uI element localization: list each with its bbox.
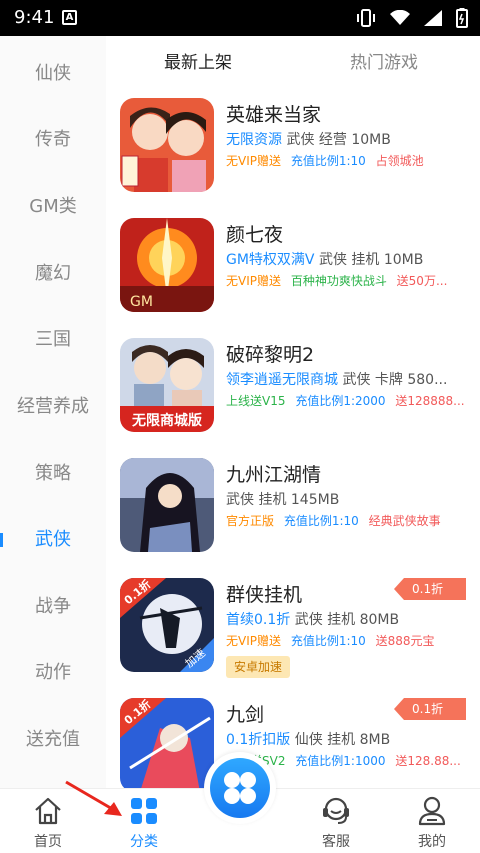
list-tabs: 最新上架 热门游戏 (106, 36, 480, 82)
game-item[interactable]: 0.1折 九剑 0.1折 0.1折扣版 仙侠 挂机 8MB 上线送SV2 充值比… (106, 682, 480, 788)
rail-item-wuxia[interactable]: 武侠 (0, 520, 106, 560)
game-info: 武侠 挂机 145MB (226, 492, 340, 508)
game-tag: 无VIP赠送 (226, 274, 281, 288)
game-highlight: 领李逍遥无限商城 (226, 372, 338, 388)
game-meta: 首续0.1折 武侠 挂机 80MB (226, 609, 464, 629)
rail-item-sanguo[interactable]: 三国 (0, 320, 106, 360)
tab-newest[interactable]: 最新上架 (164, 48, 232, 73)
game-meta: 武侠 挂机 145MB (226, 489, 464, 509)
game-tags: 无VIP赠送 百种神功爽快战斗 送50万... (226, 272, 466, 289)
game-tag: 送50万... (396, 274, 448, 288)
rail-item-zhanzheng[interactable]: 战争 (0, 587, 106, 627)
game-highlight: 首续0.1折 (226, 612, 291, 628)
game-info: 武侠 挂机 10MB (314, 252, 424, 268)
game-tag: 占领城池 (375, 154, 424, 168)
game-info: 武侠 卡牌 580... (338, 372, 448, 388)
game-highlight: 无限资源 (226, 132, 282, 148)
game-item[interactable]: 无限商城版 破碎黎明2 领李逍遥无限商城 武侠 卡牌 580... 上线送V15… (106, 322, 480, 442)
game-tag: 送128.88... (395, 754, 461, 768)
discount-badge: 0.1折 (394, 578, 466, 600)
nav-service[interactable]: 客服 (296, 789, 376, 853)
game-name: 破碎黎明2 (226, 344, 315, 366)
user-icon (418, 796, 446, 826)
game-info: 武侠 经营 10MB (282, 132, 391, 148)
game-tags: 无VIP赠送 充值比例1:10 送888元宝 (226, 632, 466, 649)
game-name: 九州江湖情 (226, 464, 322, 486)
center-fab-button[interactable] (204, 752, 276, 824)
headset-icon (323, 797, 349, 824)
status-bar: 9:41 A (0, 0, 480, 36)
tab-hot-games[interactable]: 热门游戏 (350, 48, 418, 73)
game-info: 仙侠 挂机 8MB (290, 732, 391, 748)
rail-item-chuanqi[interactable]: 传奇 (0, 120, 106, 160)
game-name: 九剑 (226, 704, 265, 726)
android-accelerate-button[interactable]: 安卓加速 (226, 656, 291, 678)
sim-badge-icon: A (62, 10, 77, 25)
game-name: 颜七夜 (226, 224, 284, 246)
rail-item-songchongzhi[interactable]: 送充值 (0, 720, 106, 760)
game-meta: 无限资源 武侠 经营 10MB (226, 129, 464, 149)
game-tag: 充值比例1:2000 (295, 394, 386, 408)
rail-item-celue[interactable]: 策略 (0, 454, 106, 494)
vibrate-icon (356, 9, 376, 27)
game-list: 英雄来当家 无限资源 武侠 经营 10MB 无VIP赠送 充值比例1:10 占领… (106, 82, 480, 788)
game-tag: 无VIP赠送 (226, 634, 281, 648)
game-tag: 充值比例1:1000 (295, 754, 386, 768)
game-name: 英雄来当家 (226, 104, 322, 126)
yan-game-icon[interactable]: GM (120, 218, 214, 312)
qunxia-game-icon[interactable]: 0.1折 加速 (120, 578, 214, 672)
rail-item-xianxia[interactable]: 仙侠 (0, 54, 106, 94)
game-tag: 上线送V15 (226, 394, 286, 408)
icon-caption: 无限商城版 (132, 413, 202, 429)
game-tag: 送888元宝 (375, 634, 435, 648)
center-fab-icon (210, 758, 270, 818)
game-tag: 官方正版 (226, 514, 275, 528)
game-tag: 无VIP赠送 (226, 154, 281, 168)
game-tags: 官方正版 充值比例1:10 经典武侠故事 (226, 512, 466, 529)
rail-item-gm[interactable]: GM类 (0, 187, 106, 227)
category-icon (131, 798, 157, 824)
game-tag: 充值比例1:10 (290, 634, 366, 648)
annotation-arrow-icon (65, 780, 122, 816)
rail-item-jingying[interactable]: 经营养成 (0, 387, 106, 427)
jiuzhou-game-icon[interactable] (120, 458, 214, 552)
game-tag: 百种神功爽快战斗 (290, 274, 387, 288)
battery-icon (456, 8, 468, 28)
game-tag: 充值比例1:10 (283, 514, 359, 528)
game-tag: 充值比例1:10 (290, 154, 366, 168)
game-item[interactable]: 0.1折 加速 群侠挂机 0.1折 首续0.1折 武侠 挂机 80MB 无VIP… (106, 562, 480, 682)
wifi-icon (390, 10, 410, 26)
game-tag: 送128888... (395, 394, 465, 408)
game-info: 武侠 挂机 80MB (290, 612, 400, 628)
game-meta: 0.1折扣版 仙侠 挂机 8MB (226, 729, 464, 749)
game-item[interactable]: 九州江湖情 武侠 挂机 145MB 官方正版 充值比例1:10 经典武侠故事 (106, 442, 480, 562)
game-meta: GM特权双满V 武侠 挂机 10MB (226, 249, 464, 269)
category-rail: 仙侠 传奇 GM类 魔幻 三国 经营养成 策略 武侠 战争 动作 送充值 (0, 36, 106, 788)
dawn-game-icon[interactable]: 无限商城版 (120, 338, 214, 432)
svg-text:GM: GM (130, 294, 153, 310)
clock: 9:41 (14, 7, 55, 28)
game-highlight: 0.1折扣版 (226, 732, 291, 748)
discount-badge: 0.1折 (394, 698, 466, 720)
nav-profile[interactable]: 我的 (392, 789, 472, 853)
game-tags: 上线送V15 充值比例1:2000 送128888... (226, 392, 466, 409)
home-icon (35, 797, 61, 825)
rail-item-mohuan[interactable]: 魔幻 (0, 254, 106, 294)
jiujian-game-icon[interactable]: 0.1折 (120, 698, 214, 788)
game-highlight: GM特权双满V (226, 252, 315, 268)
game-tag: 经典武侠故事 (368, 514, 441, 528)
rail-item-dongzuo[interactable]: 动作 (0, 653, 106, 693)
game-meta: 领李逍遥无限商城 武侠 卡牌 580... (226, 369, 464, 389)
game-name: 群侠挂机 (226, 584, 303, 606)
signal-icon (424, 10, 442, 26)
game-item[interactable]: 英雄来当家 无限资源 武侠 经营 10MB 无VIP赠送 充值比例1:10 占领… (106, 82, 480, 202)
game-tags: 无VIP赠送 充值比例1:10 占领城池 (226, 152, 466, 169)
game-item[interactable]: GM 颜七夜 GM特权双满V 武侠 挂机 10MB 无VIP赠送 百种神功爽快战… (106, 202, 480, 322)
hero-game-icon[interactable] (120, 98, 214, 192)
